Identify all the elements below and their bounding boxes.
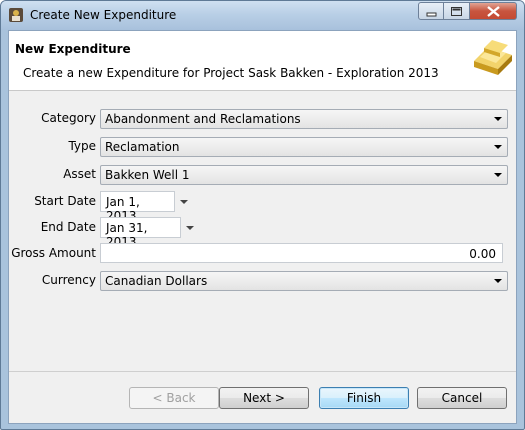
- category-value: Abandonment and Reclamations: [105, 112, 301, 126]
- start-date-field[interactable]: Jan 1, 2013: [100, 191, 175, 223]
- asset-select[interactable]: Bakken Well 1: [100, 165, 508, 185]
- category-label: Category: [41, 111, 96, 125]
- title-bar[interactable]: Create New Expenditure: [1, 1, 524, 30]
- currency-label: Currency: [41, 273, 96, 287]
- dialog-window: Create New Expenditure New Expenditure C…: [0, 0, 525, 430]
- finish-button[interactable]: Finish: [319, 387, 409, 409]
- chevron-down-icon: [186, 226, 194, 230]
- maximize-icon: [451, 7, 462, 16]
- cancel-button[interactable]: Cancel: [417, 387, 507, 409]
- currency-select[interactable]: Canadian Dollars: [100, 271, 508, 291]
- gross-amount-label: Gross Amount: [11, 246, 96, 260]
- minimize-icon: [426, 12, 437, 17]
- asset-label: Asset: [63, 167, 96, 181]
- chevron-down-icon: [494, 279, 502, 283]
- asset-value: Bakken Well 1: [105, 168, 190, 182]
- type-value: Reclamation: [105, 140, 180, 154]
- close-button[interactable]: [470, 2, 517, 20]
- type-select[interactable]: Reclamation: [100, 137, 508, 157]
- page-description: Create a new Expenditure for Project Sas…: [23, 66, 439, 80]
- next-button[interactable]: Next >: [219, 387, 309, 409]
- button-separator: [9, 371, 516, 372]
- gold-bar-icon: [470, 37, 514, 75]
- chevron-down-icon: [494, 145, 502, 149]
- minimize-button[interactable]: [418, 2, 444, 20]
- start-date-label: Start Date: [34, 194, 96, 208]
- category-select[interactable]: Abandonment and Reclamations: [100, 109, 508, 129]
- app-icon: [8, 7, 24, 23]
- chevron-down-icon: [494, 117, 502, 121]
- currency-value: Canadian Dollars: [105, 274, 208, 288]
- type-label: Type: [68, 139, 96, 153]
- maximize-button[interactable]: [444, 2, 470, 20]
- close-icon: [487, 6, 500, 17]
- back-button[interactable]: < Back: [129, 387, 219, 409]
- end-date-dropdown[interactable]: [184, 222, 196, 234]
- gross-amount-input[interactable]: 0.00: [100, 243, 503, 263]
- window-title: Create New Expenditure: [30, 8, 177, 22]
- end-date-label: End Date: [40, 220, 96, 234]
- chevron-down-icon: [180, 200, 188, 204]
- dialog-body: New Expenditure Create a new Expenditure…: [8, 30, 517, 424]
- chevron-down-icon: [494, 173, 502, 177]
- wizard-header: New Expenditure Create a new Expenditure…: [9, 31, 516, 91]
- start-date-dropdown[interactable]: [178, 196, 190, 208]
- gross-amount-value: 0.00: [469, 247, 496, 261]
- page-title: New Expenditure: [15, 42, 131, 56]
- end-date-field[interactable]: Jan 31, 2013: [100, 217, 181, 249]
